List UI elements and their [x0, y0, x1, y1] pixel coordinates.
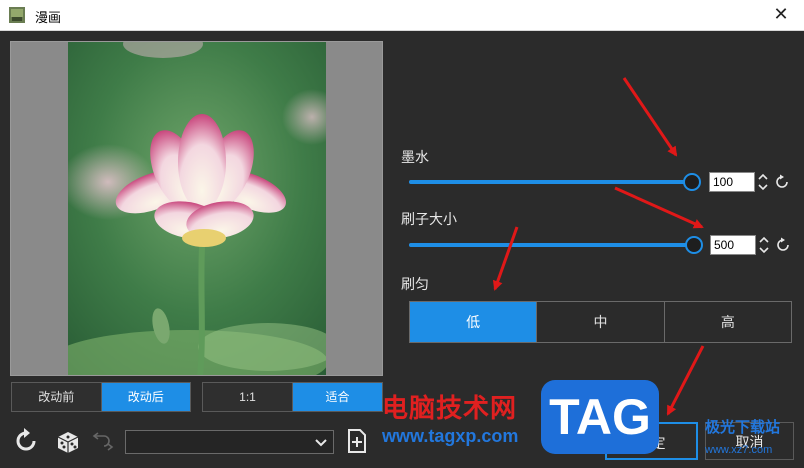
before-button[interactable]: 改动前	[12, 383, 101, 411]
brush-size-slider-thumb[interactable]	[685, 236, 703, 254]
uniformity-label: 刷匀	[401, 276, 429, 292]
uniformity-selector: 低 中 高	[409, 301, 792, 343]
arrow-to-brush-size-field	[614, 186, 704, 229]
brush-size-slider[interactable]	[409, 236, 703, 254]
close-icon[interactable]: ✕	[770, 3, 792, 27]
brush-size-spin-arrows-icon[interactable]	[758, 235, 770, 255]
brush-size-slider-fill	[409, 243, 694, 247]
uniformity-low-button[interactable]: 低	[410, 302, 537, 342]
watermark-side-url: www.xz7.com	[705, 444, 773, 456]
ink-slider-fill	[409, 180, 692, 184]
chevron-down-icon	[315, 439, 327, 447]
reset-all-icon[interactable]	[12, 427, 40, 455]
watermark-side-text: 极光下载站	[705, 419, 781, 436]
ink-reset-icon[interactable]	[774, 174, 790, 190]
app-icon	[9, 7, 25, 23]
brush-size-label: 刷子大小	[401, 211, 457, 227]
watermark-logo: TAG	[541, 380, 659, 454]
ink-slider-thumb[interactable]	[683, 173, 701, 191]
preview-image	[68, 42, 326, 375]
uniformity-high-button[interactable]: 高	[663, 302, 791, 342]
ink-slider[interactable]	[409, 173, 701, 191]
actual-size-button[interactable]: 1:1	[203, 383, 292, 411]
ink-spin-arrows-icon[interactable]	[757, 172, 769, 192]
brush-size-reset-icon[interactable]	[775, 237, 791, 253]
preview-canvas	[10, 41, 383, 376]
ink-label: 墨水	[401, 149, 429, 165]
before-after-toggle: 改动前 改动后	[11, 382, 191, 412]
window-title: 漫画	[35, 10, 62, 25]
zoom-toggle: 1:1 适合	[202, 382, 383, 412]
undo-redo-icon[interactable]	[92, 427, 114, 455]
title-bar: 漫画 ✕	[0, 0, 804, 31]
arrow-to-ok-button	[666, 345, 705, 416]
dice-random-icon[interactable]	[54, 427, 82, 455]
after-button[interactable]: 改动后	[100, 383, 190, 411]
watermark-site-name: 电脑技术网	[382, 394, 518, 424]
uniformity-medium-button[interactable]: 中	[536, 302, 664, 342]
preset-dropdown[interactable]	[125, 430, 334, 454]
add-preset-icon[interactable]	[345, 427, 369, 455]
ink-value-field[interactable]: 100	[709, 172, 755, 192]
brush-size-value-field[interactable]: 500	[710, 235, 756, 255]
fit-button[interactable]: 适合	[292, 383, 382, 411]
watermark-url: www.tagxp.com	[382, 426, 519, 446]
arrow-to-ink-slider	[622, 77, 678, 157]
